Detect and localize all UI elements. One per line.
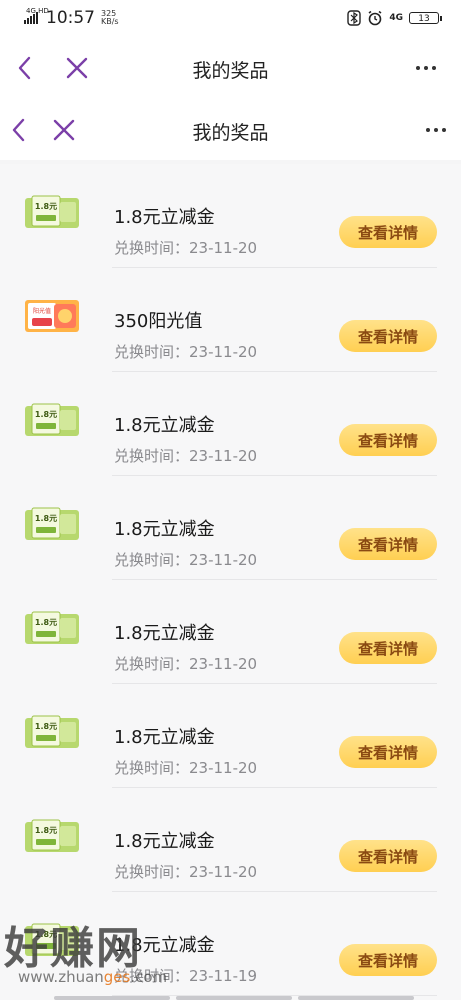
view-details-button[interactable]: 查看详情 (339, 736, 437, 768)
prize-list-item: 1.8元 1.8元立减金 兑换时间：23-11-20 查看详情 (0, 372, 461, 476)
exchange-date-label: 兑换时间： (114, 551, 190, 569)
prize-list-item: 1.8元 1.8元立减金 兑换时间：23-11-20 查看详情 (0, 788, 461, 892)
view-details-button[interactable]: 查看详情 (339, 840, 437, 872)
thumb-label: 1.8元 (35, 618, 57, 627)
network-type-right: 4G (389, 13, 403, 23)
prize-title: 1.8元立减金 (114, 415, 215, 436)
exchange-date: 兑换时间：23-11-19 (114, 965, 257, 986)
more-options-icon[interactable] (426, 128, 446, 132)
view-details-button[interactable]: 查看详情 (339, 528, 437, 560)
prize-list-item: 1.8元 1.8元立减金 兑换时间：23-11-20 查看详情 (0, 580, 461, 684)
alarm-clock-icon (368, 10, 382, 26)
thumb-label: 1.8元 (35, 202, 57, 211)
network-type-label: 4G HD (26, 7, 49, 15)
prize-list-item: 1.8元 1.8元立减金 兑换时间：23-11-20 查看详情 (0, 684, 461, 788)
voucher-icon: 1.8元 (25, 507, 79, 540)
voucher-icon: 1.8元 (25, 611, 79, 644)
exchange-date: 兑换时间：23-11-20 (114, 549, 257, 570)
prize-list: 1.8元 1.8元立减金 兑换时间：23-11-20 查看详情 阳光值 350阳光值 兑换时… (0, 164, 461, 1000)
exchange-date-value: 23-11-20 (189, 239, 258, 257)
status-left: 4G HD 10:57 325 KB/s (24, 8, 119, 28)
prize-title: 1.8元立减金 (114, 207, 215, 228)
status-right: 4G 13 (347, 10, 442, 26)
exchange-date-label: 兑换时间： (114, 967, 190, 985)
exchange-date-value: 23-11-20 (189, 343, 258, 361)
prize-title: 1.8元立减金 (114, 519, 215, 540)
prize-title: 350阳光值 (114, 311, 203, 332)
sunshine-icon: 阳光值 (25, 300, 79, 332)
exchange-date-value: 23-11-20 (189, 551, 258, 569)
thumb-label: 1.8元 (35, 722, 57, 731)
back-arrow-icon[interactable] (16, 56, 34, 80)
exchange-date: 兑换时间：23-11-20 (114, 237, 257, 258)
inner-nav-bar: 我的奖品 (0, 100, 461, 160)
thumb-label: 阳光值 (33, 307, 51, 315)
voucher-icon: 1.8元 (25, 715, 79, 748)
prize-list-item: 1.8元 1.8元立减金 兑换时间：23-11-20 查看详情 (0, 164, 461, 268)
prize-list-item: 阳光值 350阳光值 兑换时间：23-11-20 查看详情 (0, 268, 461, 372)
more-options-icon[interactable] (416, 66, 436, 70)
exchange-date-value: 23-11-20 (189, 447, 258, 465)
thumb-label: 1.8元 (35, 930, 57, 939)
exchange-date-label: 兑换时间： (114, 239, 190, 257)
exchange-date: 兑换时间：23-11-20 (114, 861, 257, 882)
exchange-date-label: 兑换时间： (114, 343, 190, 361)
thumb-label: 1.8元 (35, 514, 57, 523)
network-speed: 325 KB/s (101, 10, 119, 26)
prize-list-item: 1.8元 1.8元立减金 兑换时间：23-11-20 查看详情 (0, 476, 461, 580)
exchange-date: 兑换时间：23-11-20 (114, 341, 257, 362)
exchange-date-value: 23-11-20 (189, 863, 258, 881)
prize-title: 1.8元立减金 (114, 727, 215, 748)
prize-title: 1.8元立减金 (114, 831, 215, 852)
prize-title: 1.8元立减金 (114, 623, 215, 644)
view-details-button[interactable]: 查看详情 (339, 216, 437, 248)
exchange-date-label: 兑换时间： (114, 759, 190, 777)
back-arrow-icon[interactable] (10, 118, 28, 142)
status-time: 10:57 (46, 8, 95, 28)
status-bar: 4G HD 10:57 325 KB/s 4G 13 (0, 0, 461, 36)
thumb-label: 1.8元 (35, 826, 57, 835)
prize-title: 1.8元立减金 (114, 935, 215, 956)
close-icon[interactable] (66, 57, 88, 79)
exchange-date-value: 23-11-20 (189, 759, 258, 777)
voucher-icon: 1.8元 (25, 195, 79, 228)
voucher-icon: 1.8元 (25, 923, 79, 956)
bluetooth-icon (347, 10, 362, 26)
exchange-date-value: 23-11-19 (189, 967, 258, 985)
close-icon[interactable] (53, 119, 75, 141)
outer-nav-bar: 我的奖品 (0, 36, 461, 100)
view-details-button[interactable]: 查看详情 (339, 320, 437, 352)
voucher-icon: 1.8元 (25, 819, 79, 852)
exchange-date-label: 兑换时间： (114, 863, 190, 881)
view-details-button[interactable]: 查看详情 (339, 632, 437, 664)
exchange-date: 兑换时间：23-11-20 (114, 757, 257, 778)
battery-icon: 13 (409, 12, 442, 24)
prize-list-item: 1.8元 1.8元立减金 兑换时间：23-11-19 查看详情 (0, 892, 461, 996)
exchange-date-value: 23-11-20 (189, 655, 258, 673)
exchange-date-label: 兑换时间： (114, 447, 190, 465)
exchange-date-label: 兑换时间： (114, 655, 190, 673)
thumb-label: 1.8元 (35, 410, 57, 419)
view-details-button[interactable]: 查看详情 (339, 944, 437, 976)
exchange-date: 兑换时间：23-11-20 (114, 653, 257, 674)
voucher-icon: 1.8元 (25, 403, 79, 436)
exchange-date: 兑换时间：23-11-20 (114, 445, 257, 466)
home-indicator (54, 996, 414, 1000)
view-details-button[interactable]: 查看详情 (339, 424, 437, 456)
speed-unit: KB/s (101, 17, 119, 26)
